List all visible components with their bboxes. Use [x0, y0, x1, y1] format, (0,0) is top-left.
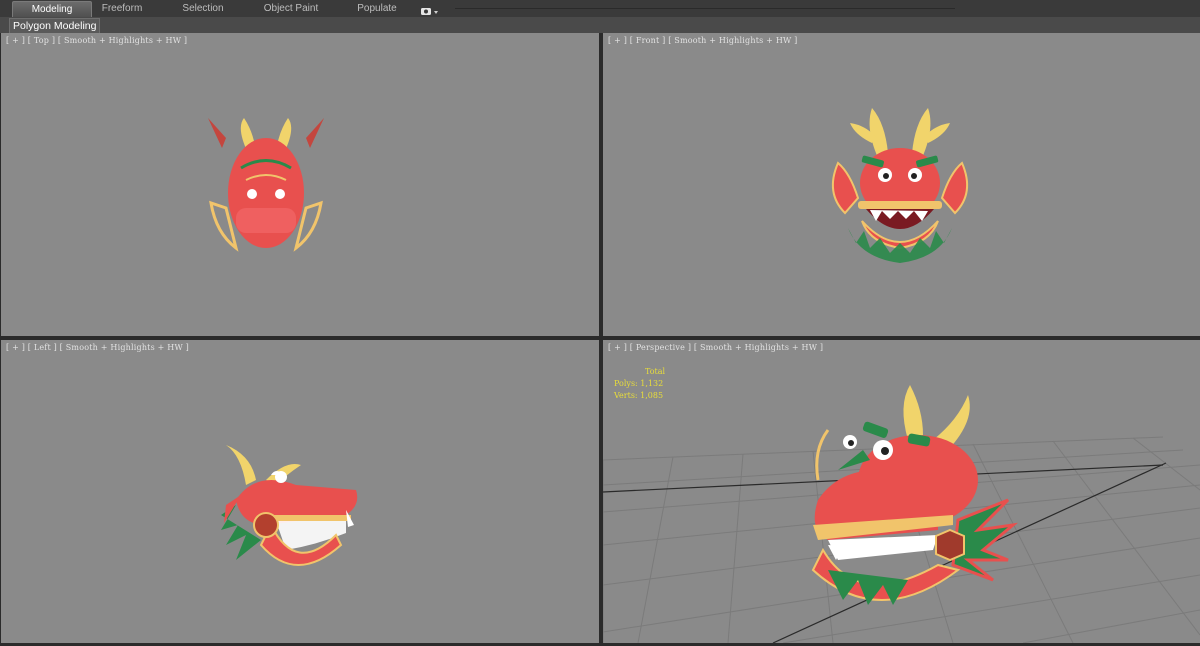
ribbon-tab-bar: Modeling Freeform Selection Object Paint…: [0, 0, 1200, 18]
tab-populate[interactable]: Populate: [348, 1, 406, 16]
tab-selection[interactable]: Selection: [172, 1, 234, 16]
ribbon: Modeling Freeform Selection Object Paint…: [0, 0, 1200, 34]
dragon-head-model-perspective[interactable]: [788, 380, 1019, 605]
dragon-head-model-top[interactable]: [201, 118, 331, 258]
stats-verts: Verts: 1,085: [614, 391, 664, 400]
viewport-label-left[interactable]: [ + ] [ Left ] [ Smooth + Highlights + H…: [6, 343, 189, 352]
viewport-label-front[interactable]: [ + ] [ Front ] [ Smooth + Highlights + …: [608, 36, 798, 45]
polygon-modeling-panel-button[interactable]: Polygon Modeling: [9, 18, 101, 34]
tab-modeling[interactable]: Modeling: [12, 1, 92, 17]
stats-header: Total: [645, 367, 666, 376]
viewport-top[interactable]: [ + ] [ Top ] [ Smooth + Highlights + HW…: [1, 33, 599, 336]
viewport-left[interactable]: [ + ] [ Left ] [ Smooth + Highlights + H…: [1, 340, 599, 643]
ribbon-divider: [455, 8, 955, 9]
viewport-label-top[interactable]: [ + ] [ Top ] [ Smooth + Highlights + HW…: [6, 36, 187, 45]
dragon-head-model-left[interactable]: [216, 440, 361, 580]
viewport-perspective[interactable]: [ + ] [ Perspective ] [ Smooth + Highlig…: [603, 340, 1200, 643]
viewport-label-perspective[interactable]: [ + ] [ Perspective ] [ Smooth + Highlig…: [608, 343, 823, 352]
dragon-head-model-front[interactable]: [831, 107, 969, 264]
video-camera-dropdown-icon[interactable]: [420, 3, 440, 15]
tab-freeform[interactable]: Freeform: [91, 1, 153, 16]
ribbon-panel-area: Polygon Modeling: [0, 17, 1200, 34]
stats-polys: Polys: 1,132: [614, 379, 664, 388]
tab-object-paint[interactable]: Object Paint: [255, 1, 327, 16]
viewport-front[interactable]: [ + ] [ Front ] [ Smooth + Highlights + …: [603, 33, 1200, 336]
